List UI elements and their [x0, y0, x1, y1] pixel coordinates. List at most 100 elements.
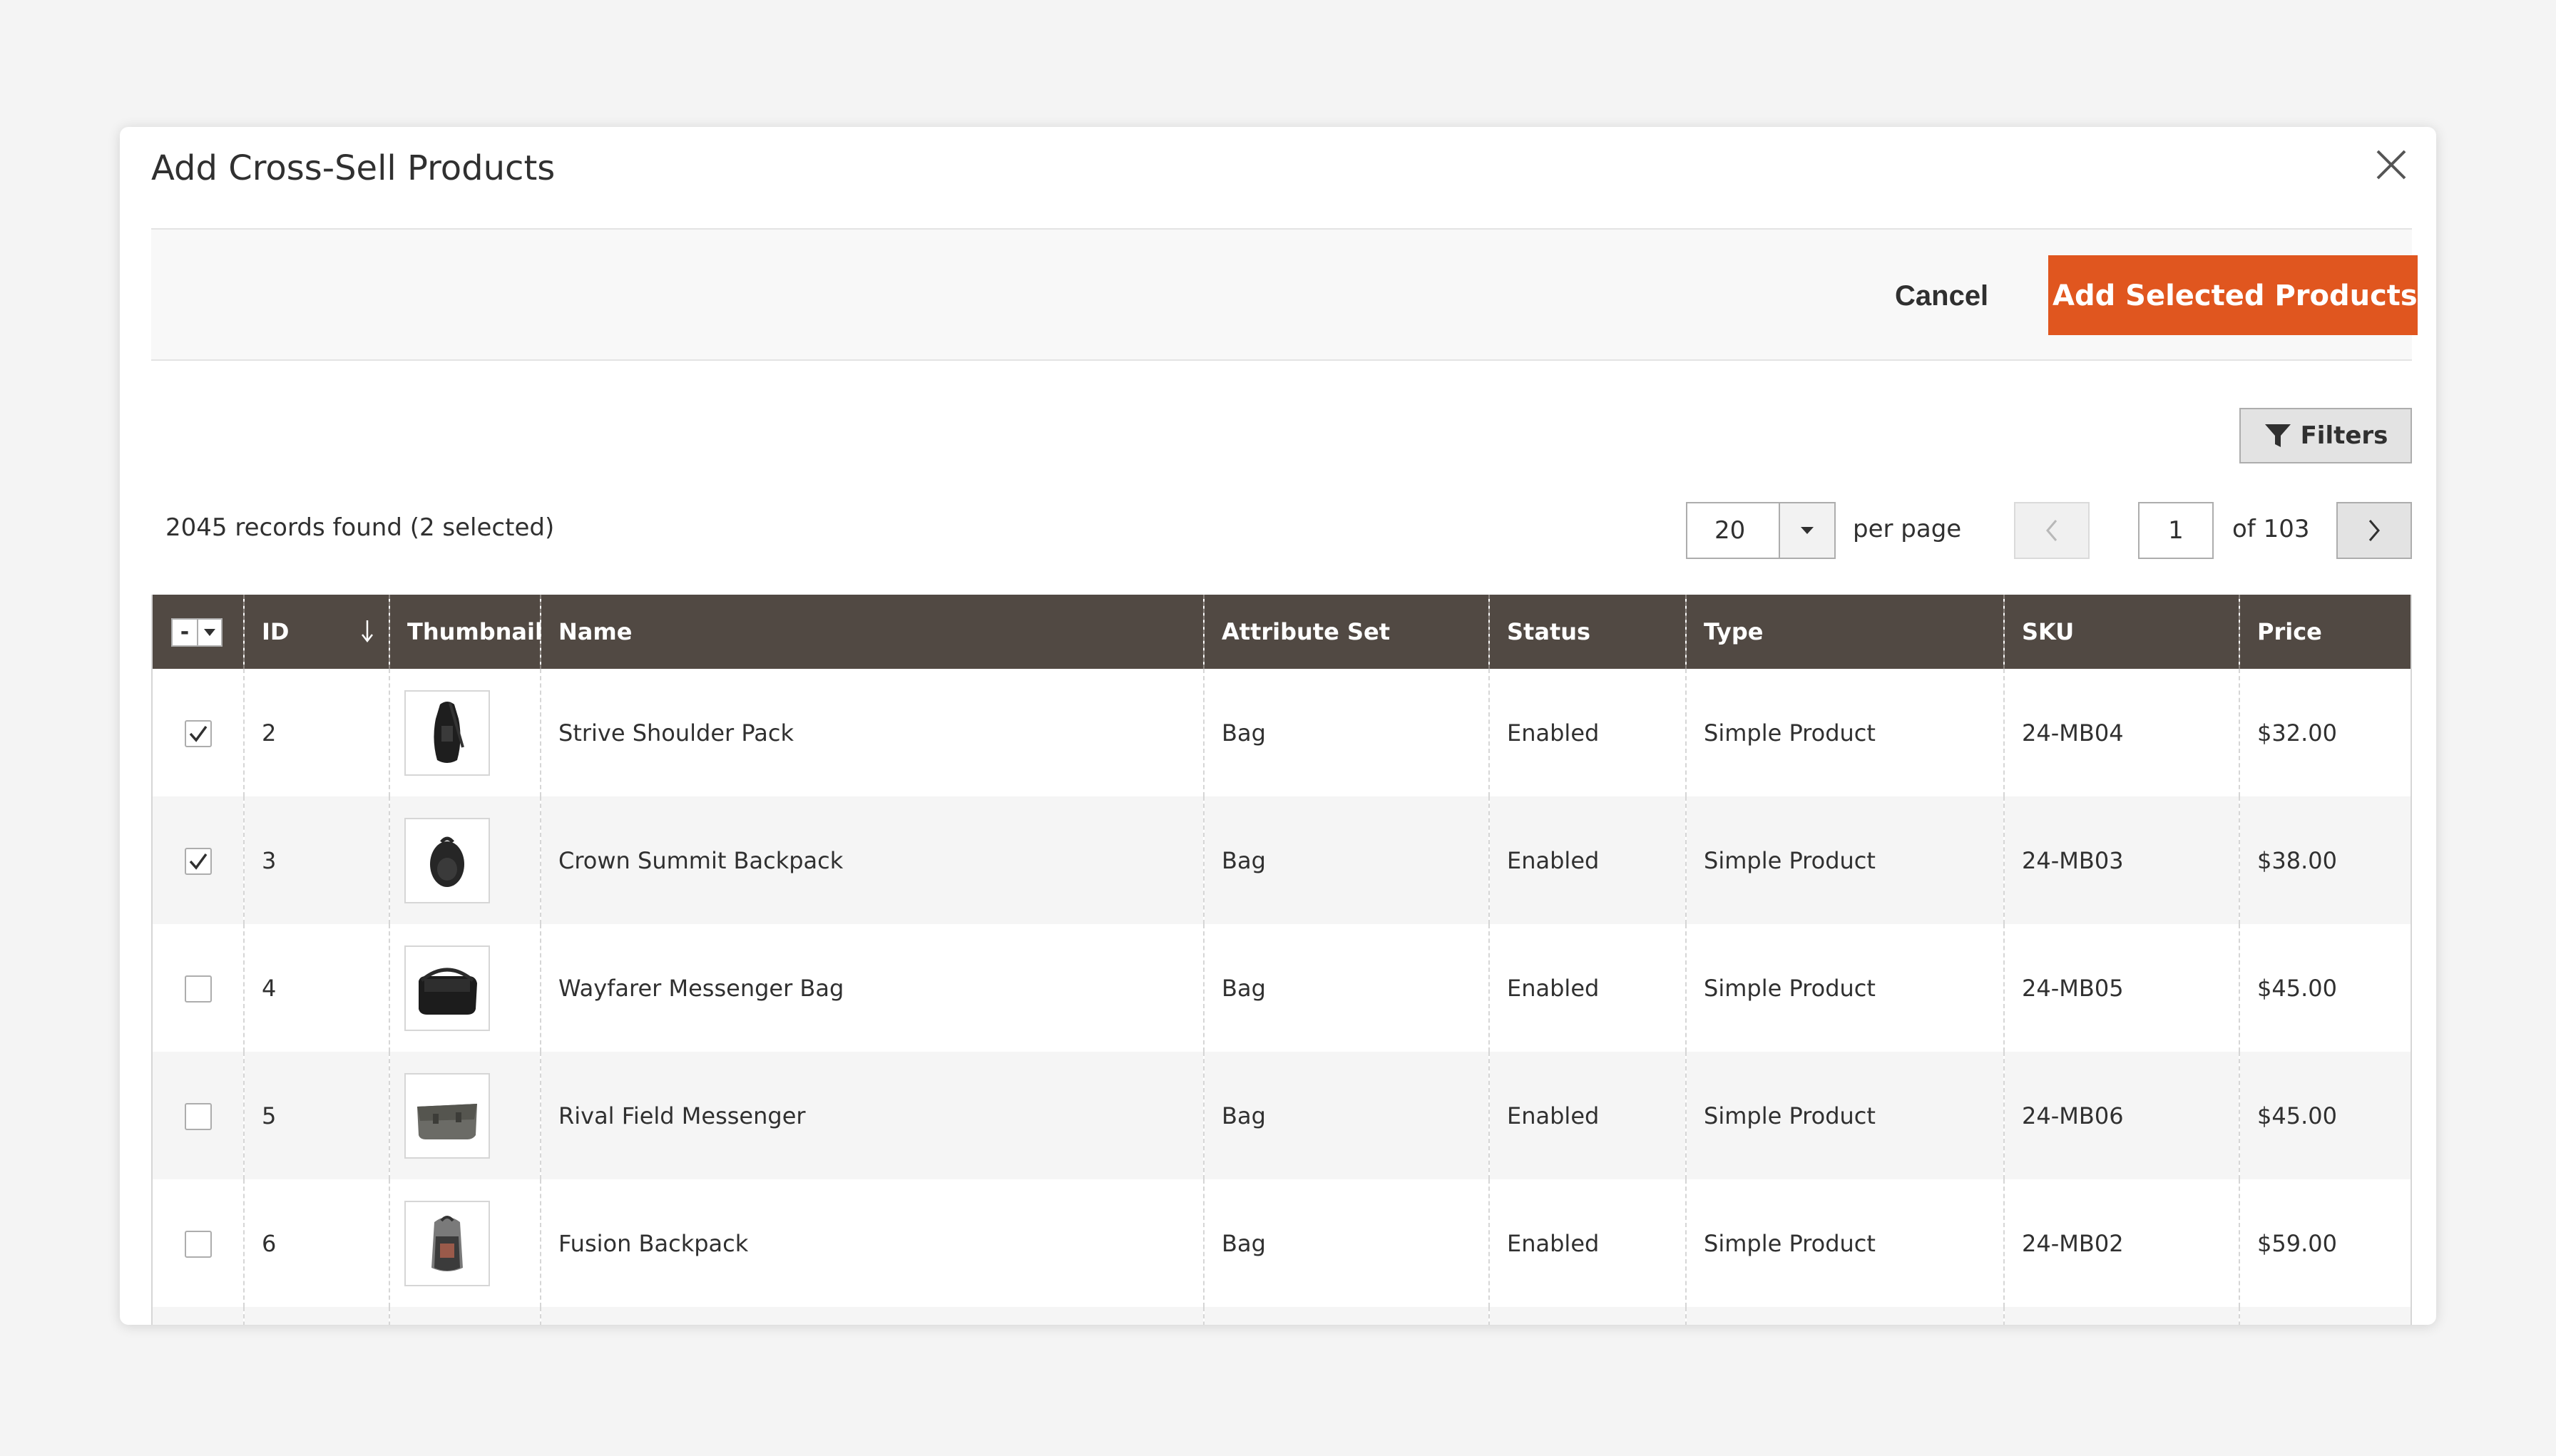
- cell-thumbnail: [389, 796, 541, 924]
- product-thumbnail-image: [404, 1200, 490, 1286]
- row-checkbox[interactable]: [184, 1102, 212, 1130]
- add-selected-products-button[interactable]: Add Selected Products: [2048, 255, 2418, 335]
- cell-name: Rival Field Messenger: [540, 1052, 1204, 1179]
- cell-name: Fusion Backpack: [540, 1179, 1204, 1307]
- mass-select-symbol: -: [180, 619, 190, 645]
- cell-id: 6: [243, 1179, 389, 1307]
- cell-attribute-set: Bag: [1203, 796, 1489, 924]
- close-icon[interactable]: [2368, 141, 2415, 188]
- cell-attribute-set: Bag: [1203, 1179, 1489, 1307]
- products-grid: - ID Thumbnail Name Attribute Set Status…: [151, 595, 2412, 1325]
- cell-empty: [1203, 1307, 1489, 1325]
- previous-page-button[interactable]: [2014, 502, 2090, 559]
- table-row[interactable]: 5 Rival Field Messenger Bag Enabled Simple P…: [153, 1052, 2411, 1179]
- row-checkbox[interactable]: [184, 719, 212, 747]
- cell-attribute-set: Bag: [1203, 669, 1489, 796]
- modal-action-bar: Cancel Add Selected Products: [151, 228, 2418, 361]
- cell-thumbnail: [389, 924, 541, 1052]
- cell-id: 3: [243, 796, 389, 924]
- filters-label: Filters: [2300, 421, 2388, 450]
- cell-select: [153, 924, 244, 1052]
- table-body: 2 Strive Shoulder Pack Bag Enabled Simple Pr…: [153, 669, 2411, 1325]
- cell-empty: [1488, 1307, 1686, 1325]
- filter-icon: [2264, 424, 2291, 447]
- cell-sku: 24-MB02: [2003, 1179, 2239, 1307]
- per-page-label: per page: [1853, 515, 1962, 543]
- table-row[interactable]: 2 Strive Shoulder Pack Bag Enabled Simple Pr…: [153, 669, 2411, 796]
- mass-select-dropdown[interactable]: -: [171, 617, 223, 647]
- cell-empty: [153, 1307, 244, 1325]
- cell-sku: 24-MB06: [2003, 1052, 2239, 1179]
- cell-attribute-set: Bag: [1203, 1052, 1489, 1179]
- mass-select-header: -: [153, 595, 244, 669]
- row-checkbox[interactable]: [184, 1230, 212, 1258]
- cell-type: Simple Product: [1685, 1052, 2004, 1179]
- cell-price: $32.00: [2239, 669, 2411, 796]
- cell-status: Enabled: [1488, 1179, 1686, 1307]
- cell-id: 4: [243, 924, 389, 1052]
- cell-status: Enabled: [1488, 669, 1686, 796]
- column-header-thumbnail: Thumbnail: [389, 595, 543, 669]
- cell-name: Crown Summit Backpack: [540, 796, 1204, 924]
- cell-price: $38.00: [2239, 796, 2411, 924]
- cell-empty: [2003, 1307, 2239, 1325]
- cell-type: Simple Product: [1685, 669, 2004, 796]
- table-row[interactable]: 3 Crown Summit Backpack Bag Enabled Simple P…: [153, 796, 2411, 924]
- column-header-id[interactable]: ID: [243, 595, 389, 669]
- product-thumbnail-image: [404, 945, 490, 1031]
- cell-select: [153, 669, 244, 796]
- cell-thumbnail: [389, 1052, 541, 1179]
- cell-empty: [540, 1307, 1204, 1325]
- chevron-down-icon[interactable]: [1779, 503, 1834, 558]
- products-table: - ID Thumbnail Name Attribute Set Status…: [153, 595, 2411, 1325]
- cell-name: Strive Shoulder Pack: [540, 669, 1204, 796]
- cell-thumbnail: [389, 1179, 541, 1307]
- table-row[interactable]: 4 Wayfarer Messenger Bag Bag Enabled Simple …: [153, 924, 2411, 1052]
- cancel-button[interactable]: Cancel: [1881, 268, 2003, 324]
- column-header-price[interactable]: Price: [2239, 595, 2411, 669]
- cell-type: Simple Product: [1685, 1179, 2004, 1307]
- row-checkbox[interactable]: [184, 847, 212, 875]
- checkmark-icon: [189, 725, 207, 742]
- cell-status: Enabled: [1488, 924, 1686, 1052]
- per-page-value: 20: [1714, 516, 1746, 545]
- product-thumbnail-image: [404, 1072, 490, 1159]
- current-page-input[interactable]: [2138, 502, 2214, 559]
- cell-type: Simple Product: [1685, 924, 2004, 1052]
- cell-select: [153, 1052, 244, 1179]
- column-header-sku[interactable]: SKU: [2003, 595, 2239, 669]
- chevron-down-icon[interactable]: [197, 619, 221, 645]
- cell-select: [153, 796, 244, 924]
- records-count: 2045 records found (2 selected): [165, 513, 555, 542]
- product-thumbnail-image: [404, 689, 490, 776]
- product-thumbnail-image: [404, 817, 490, 903]
- cell-sku: 24-MB03: [2003, 796, 2239, 924]
- add-cross-sell-modal: Add Cross-Sell Products Cancel Add Selec…: [120, 127, 2436, 1325]
- cell-empty: [2239, 1307, 2411, 1325]
- table-row-partial: [153, 1307, 2411, 1325]
- next-page-button[interactable]: [2336, 502, 2412, 559]
- sort-arrow-down-icon: [360, 619, 374, 649]
- cell-empty: [389, 1307, 541, 1325]
- column-header-name[interactable]: Name: [540, 595, 1204, 669]
- cell-empty: [243, 1307, 389, 1325]
- cell-status: Enabled: [1488, 796, 1686, 924]
- per-page-select[interactable]: 20: [1686, 502, 1836, 559]
- row-checkbox[interactable]: [184, 975, 212, 1003]
- column-header-type[interactable]: Type: [1685, 595, 2004, 669]
- table-header-row: - ID Thumbnail Name Attribute Set Status…: [153, 595, 2411, 669]
- cell-select: [153, 1179, 244, 1307]
- cell-type: Simple Product: [1685, 796, 2004, 924]
- column-header-attribute-set[interactable]: Attribute Set: [1203, 595, 1489, 669]
- cell-price: $59.00: [2239, 1179, 2411, 1307]
- checkmark-icon: [189, 853, 207, 870]
- cell-name: Wayfarer Messenger Bag: [540, 924, 1204, 1052]
- column-header-status[interactable]: Status: [1488, 595, 1686, 669]
- table-row[interactable]: 6 Fusion Backpack Bag Enabled Simple Product…: [153, 1179, 2411, 1307]
- cell-id: 5: [243, 1052, 389, 1179]
- filters-button[interactable]: Filters: [2239, 408, 2412, 463]
- cell-price: $45.00: [2239, 924, 2411, 1052]
- cell-status: Enabled: [1488, 1052, 1686, 1179]
- total-pages: of 103: [2232, 515, 2310, 543]
- cell-sku: 24-MB04: [2003, 669, 2239, 796]
